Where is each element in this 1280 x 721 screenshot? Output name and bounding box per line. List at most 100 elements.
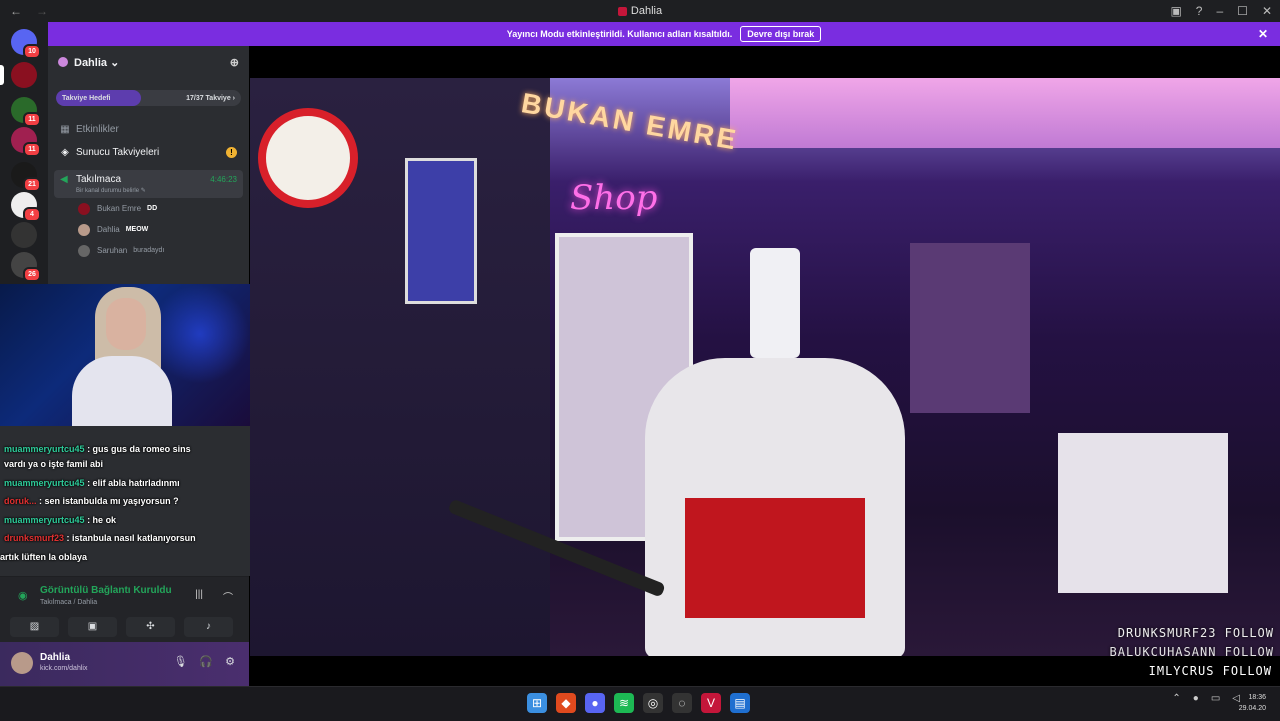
signal-icon[interactable]: ◉: [18, 589, 28, 602]
chat-username: muammeryurtcu45: [4, 478, 85, 488]
channel-label: Etkinlikler: [76, 124, 119, 135]
voice-connection-location[interactable]: Takılmaca / Dahlia: [40, 599, 97, 606]
boost-goal-bar[interactable]: Takviye Hedefi 17/37 Takviye ›: [56, 90, 241, 106]
forward-arrow-icon[interactable]: →: [36, 4, 48, 18]
system-clock[interactable]: 18:36 29.04.20: [1239, 692, 1266, 714]
active-pill: [0, 65, 4, 85]
voice-user[interactable]: Bukan Emre DD: [48, 198, 249, 219]
server-logo-icon: [58, 57, 68, 67]
ceiling-light: [730, 78, 1280, 148]
help-icon[interactable]: ?: [1196, 4, 1203, 18]
voice-channel-timer: 4:46:23: [210, 175, 237, 184]
server-icon[interactable]: 11: [11, 97, 41, 127]
valorant-icon[interactable]: V: [701, 693, 721, 713]
portrait-artwork: [910, 243, 1030, 413]
neon-sign-top: BUKAN EMRE: [519, 87, 741, 156]
voice-connection-panel: ◉ Görüntülü Bağlantı Kuruldu Takılmaca /…: [0, 576, 249, 642]
steam-icon[interactable]: ◎: [643, 693, 663, 713]
calendar-icon: ▦: [60, 124, 70, 135]
activities-button[interactable]: ✣: [126, 617, 175, 637]
server-icon-active[interactable]: [0, 62, 37, 88]
nav-buttons: ← →: [0, 4, 48, 18]
chat-line: muammeryurtcu45 : he ok: [4, 515, 116, 525]
user-controls: 🎙 🎧 ⚙: [173, 655, 235, 668]
chat-message: : istanbula nasıl katlanıyorsun: [66, 533, 196, 543]
server-header[interactable]: Dahlia ⌄ ⊕: [48, 46, 249, 78]
chat-message: : gus gus da romeo sins: [87, 444, 191, 454]
close-button[interactable]: ✕: [1262, 4, 1272, 18]
noise-suppression-icon[interactable]: |||: [195, 589, 203, 600]
maximize-button[interactable]: ☐: [1237, 4, 1248, 18]
avatar: [78, 223, 90, 236]
server-icon[interactable]: 21: [11, 162, 41, 192]
app-icon[interactable]: ▤: [730, 693, 750, 713]
banner-close-icon[interactable]: ✕: [1258, 27, 1268, 41]
obs-icon[interactable]: ◌: [672, 693, 692, 713]
user-status: kick.com/dahlix: [40, 665, 88, 672]
avatar[interactable]: [11, 652, 33, 674]
voice-user[interactable]: Saruhan buradaydı: [48, 240, 249, 261]
unread-badge: 10: [23, 44, 41, 59]
microphone-icon[interactable]: ●: [1193, 693, 1199, 704]
chat-line: drunksmurf23 : istanbula nasıl katlanıyo…: [4, 533, 196, 543]
voice-user-name: Dahlia: [97, 225, 120, 234]
network-icon[interactable]: ▭: [1211, 693, 1220, 704]
spotify-icon[interactable]: ≋: [614, 693, 634, 713]
brave-browser-icon[interactable]: ◆: [556, 693, 576, 713]
voice-action-buttons: ▨ ▣ ✣ ♪: [10, 617, 233, 637]
chat-message: : elif abla hatırladınmı: [87, 478, 180, 488]
chat-line: muammeryurtcu45 : gus gus da romeo sins: [4, 444, 191, 454]
chat-line: muammeryurtcu45 : elif abla hatırladınmı: [4, 478, 180, 488]
voice-user[interactable]: Dahlia MEOW: [48, 219, 249, 240]
unread-badge: 26: [23, 267, 41, 282]
user-panel: Dahlia kick.com/dahlix 🎙 🎧 ⚙: [0, 642, 249, 686]
chat-message: : he ok: [87, 515, 117, 525]
gaming-chair: [645, 358, 905, 656]
white-cabinet: [1058, 433, 1228, 593]
back-arrow-icon[interactable]: ←: [10, 4, 22, 18]
voice-user-name: Saruhan: [97, 246, 128, 255]
disconnect-icon[interactable]: ⌒: [223, 589, 233, 604]
camera-off-button[interactable]: ▨: [10, 617, 59, 637]
unread-badge: 4: [23, 207, 41, 222]
stream-video[interactable]: BUKAN EMRE Shop DRUNKSMURF23 FOLLOW BALU…: [250, 78, 1280, 656]
voice-channel-status: Bir kanal durumu belirle ✎: [76, 188, 146, 194]
channel-server-boosts[interactable]: ◈ Sunucu Takviyeleri!: [48, 141, 249, 164]
screen-share-button[interactable]: ▣: [68, 617, 117, 637]
chat-username: drunksmurf23: [4, 533, 65, 543]
soundboard-button[interactable]: ♪: [184, 617, 233, 637]
chat-username: muammeryurtcu45: [4, 444, 85, 454]
neon-sign: Shop: [570, 178, 658, 218]
minimize-button[interactable]: –: [1216, 4, 1223, 18]
streamer-shirt: [72, 356, 172, 426]
channel-panel: Dahlia ⌄ ⊕ Takviye Hedefi 17/37 Takviye …: [48, 46, 249, 286]
gear-icon[interactable]: ⚙: [225, 655, 235, 668]
inbox-icon[interactable]: ▣: [1170, 4, 1181, 18]
server-icon[interactable]: 4: [11, 192, 41, 222]
channel-events[interactable]: ▦ Etkinlikler: [48, 118, 249, 141]
server-icon[interactable]: 11: [11, 127, 41, 157]
disable-streamer-mode-button[interactable]: Devre dışı bırak: [740, 26, 822, 42]
speaker-icon: ◀: [60, 174, 68, 185]
unread-badge: 11: [23, 142, 41, 157]
chevron-up-icon[interactable]: ⌃: [1172, 693, 1180, 704]
discord-icon[interactable]: ●: [585, 693, 605, 713]
headphones-icon[interactable]: 🎧: [199, 655, 213, 668]
invite-people-icon[interactable]: ⊕: [230, 56, 239, 69]
server-icon[interactable]: [11, 222, 37, 248]
microphone-icon[interactable]: 🎙: [173, 655, 187, 668]
chat-message: : sen istanbulda mı yaşıyorsun ?: [39, 496, 179, 506]
chat-username: muammeryurtcu45: [4, 515, 85, 525]
chat-username: doruk...: [4, 496, 37, 506]
user-name[interactable]: Dahlia: [40, 652, 70, 663]
home-server-button[interactable]: 10: [11, 29, 41, 59]
clock-time: 18:36: [1248, 694, 1266, 701]
clock-date: 29.04.20: [1238, 705, 1266, 712]
taskbar-apps: ⊞ ◆ ● ≋ ◎ ◌ V ▤: [527, 693, 750, 713]
server-icon[interactable]: 26: [11, 252, 41, 282]
voice-channel-takilmaca[interactable]: ◀ Takılmaca Bir kanal durumu belirle ✎ 4…: [54, 170, 243, 198]
start-menu-icon[interactable]: ⊞: [527, 693, 547, 713]
webcam-overlay: [0, 284, 250, 426]
windows-taskbar: ⊞ ◆ ● ≋ ◎ ◌ V ▤ ⌃ ● ▭ ◁ 18:36 29.04.20: [0, 686, 1280, 721]
voice-connection-status[interactable]: Görüntülü Bağlantı Kuruldu: [40, 585, 172, 596]
